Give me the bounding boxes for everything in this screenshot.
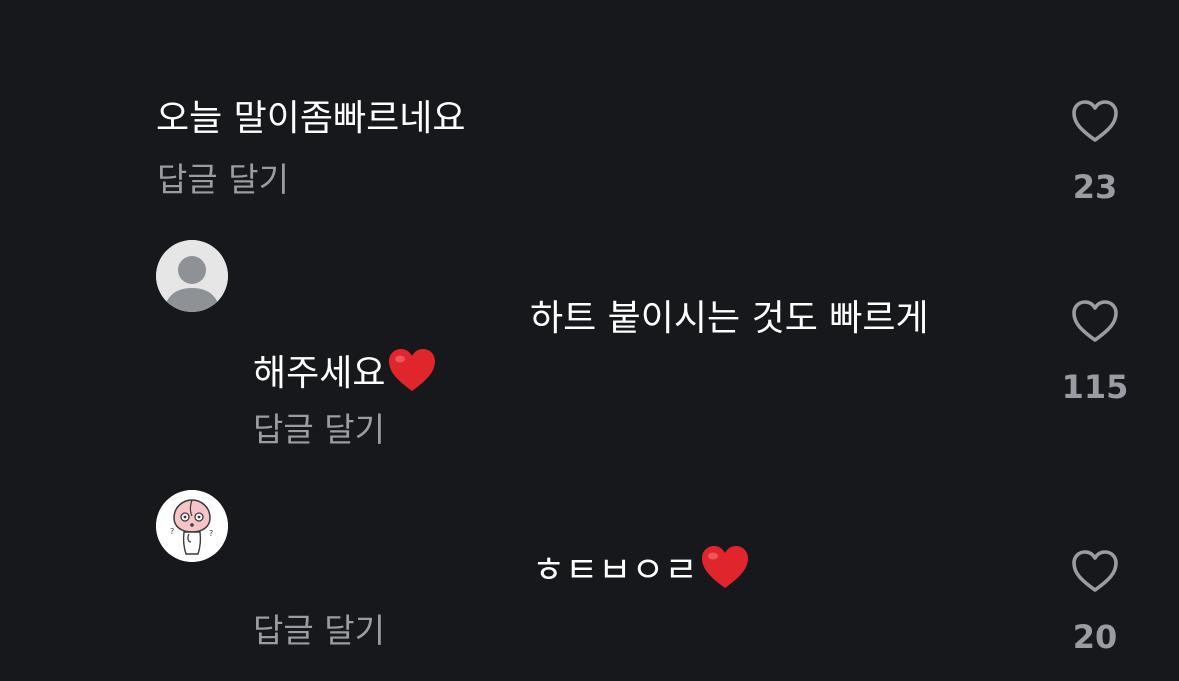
like-count: 23 [1072,168,1118,206]
reply-button[interactable]: 답글 달기 [253,611,385,651]
avatar[interactable] [156,240,228,312]
like-count: 115 [1061,368,1129,406]
comment-text-label: ㅎㅌㅂㅇㄹ [532,550,698,591]
svg-text:?: ? [170,527,174,536]
comment-text-line2-label: 해주세요 [253,353,386,394]
like-button[interactable] [1065,95,1125,147]
like-count: 20 [1072,618,1118,656]
heart-outline-icon [1072,550,1118,592]
heart-outline-icon [1072,300,1118,342]
comment-text: 오늘 말이좀빠르네요 [156,98,466,139]
reply-button[interactable]: 답글 달기 [157,160,289,200]
red-heart-emoji [700,544,750,601]
reply-button[interactable]: 답글 달기 [253,410,385,450]
like-button[interactable] [1065,295,1125,347]
heart-outline-icon [1072,100,1118,142]
peach-character-avatar: ? ? [156,490,228,562]
red-heart-emoji [387,347,437,404]
like-button[interactable] [1065,545,1125,597]
avatar[interactable]: ? ? [156,490,228,562]
comment-text: ㅎㅌㅂㅇㄹ [532,544,750,601]
default-user-avatar [156,240,228,312]
comment-text-line2: 해주세요 [253,347,437,404]
comment-text-line1: 하트 붙이시는 것도 빠르게 [530,298,929,339]
svg-text:?: ? [209,529,213,538]
